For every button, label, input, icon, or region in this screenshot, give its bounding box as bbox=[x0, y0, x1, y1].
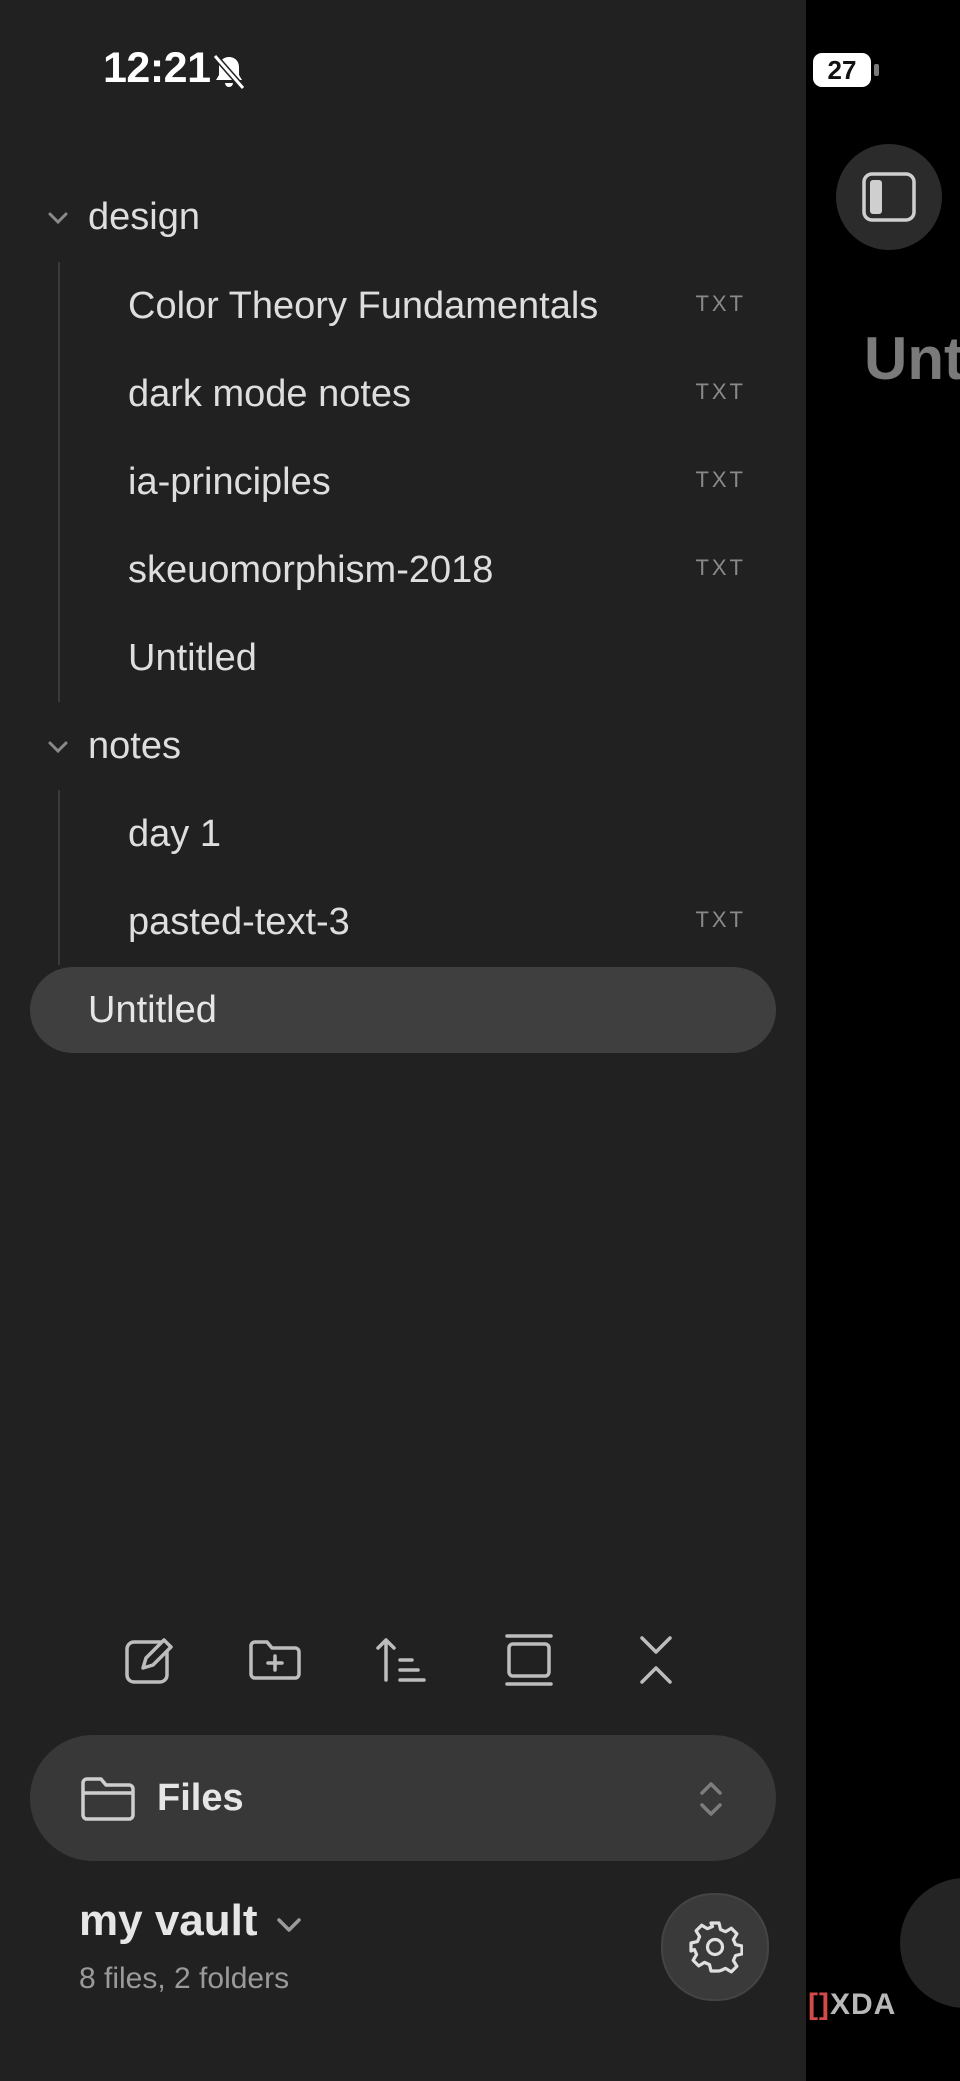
battery-indicator: 27 bbox=[812, 52, 880, 88]
vault-name[interactable]: my vault bbox=[79, 1896, 258, 1946]
chevron-down-icon bbox=[48, 212, 68, 225]
file-type-badge: TXT bbox=[695, 555, 746, 580]
watermark-bracket: [] bbox=[808, 1988, 830, 2021]
file-label: pasted-text-3 bbox=[128, 901, 350, 943]
new-note-icon bbox=[125, 1638, 173, 1684]
folder-label: notes bbox=[88, 725, 181, 767]
new-folder-button[interactable] bbox=[245, 1630, 305, 1690]
file-explorer-drawer: 12:21 design Color Theory Fundamentals T… bbox=[0, 0, 806, 2081]
file-label: Color Theory Fundamentals bbox=[128, 285, 599, 327]
watermark-text: XDA bbox=[829, 1988, 897, 2021]
battery-level: 27 bbox=[827, 55, 857, 85]
view-switcher-label: Files bbox=[157, 1777, 244, 1819]
chevron-down-icon bbox=[48, 741, 68, 754]
note-title[interactable]: Unt bbox=[864, 324, 960, 393]
file-label: Untitled bbox=[128, 637, 257, 679]
file-item-selected[interactable]: Untitled bbox=[30, 967, 776, 1053]
file-label: dark mode notes bbox=[128, 373, 412, 415]
settings-button[interactable] bbox=[661, 1893, 769, 2001]
sort-icon bbox=[376, 1638, 426, 1682]
expand-all-icon bbox=[505, 1634, 553, 1686]
collapse-all-button[interactable] bbox=[626, 1630, 686, 1690]
file-label: day 1 bbox=[128, 813, 221, 855]
file-item[interactable]: dark mode notes TXT bbox=[0, 355, 806, 435]
file-item[interactable]: pasted-text-3 TXT bbox=[0, 883, 806, 963]
sidebar-toggle-button[interactable] bbox=[836, 144, 942, 250]
file-item[interactable]: skeuomorphism-2018 TXT bbox=[0, 531, 806, 611]
sidebar-icon bbox=[862, 172, 916, 222]
file-label: skeuomorphism-2018 bbox=[128, 549, 494, 591]
gear-icon bbox=[689, 1921, 743, 1974]
vault-summary: 8 files, 2 folders bbox=[79, 1962, 290, 1995]
collapse-all-icon bbox=[640, 1636, 672, 1684]
file-item[interactable]: Color Theory Fundamentals TXT bbox=[0, 267, 806, 347]
file-label: ia-principles bbox=[128, 461, 331, 503]
status-time: 12:21 bbox=[103, 44, 211, 92]
chevron-up-down-icon bbox=[700, 1782, 722, 1816]
file-item[interactable]: Untitled bbox=[0, 619, 806, 699]
file-type-badge: TXT bbox=[695, 907, 746, 932]
sort-button[interactable] bbox=[372, 1630, 432, 1690]
folder-label: design bbox=[88, 196, 200, 238]
expand-all-button[interactable] bbox=[499, 1630, 559, 1690]
watermark: []XDA bbox=[808, 1988, 896, 2022]
file-type-badge: TXT bbox=[695, 467, 746, 492]
file-type-badge: TXT bbox=[695, 291, 746, 316]
file-label: Untitled bbox=[88, 989, 217, 1031]
folder-notes[interactable]: notes bbox=[0, 707, 806, 787]
chevron-down-icon[interactable] bbox=[272, 1908, 306, 1942]
bell-muted-icon bbox=[212, 54, 246, 90]
folder-icon bbox=[81, 1777, 135, 1821]
new-note-button[interactable] bbox=[119, 1630, 179, 1690]
file-item[interactable]: ia-principles TXT bbox=[0, 443, 806, 523]
file-item[interactable]: day 1 bbox=[0, 795, 806, 875]
file-type-badge: TXT bbox=[695, 379, 746, 404]
view-switcher[interactable]: Files bbox=[30, 1735, 776, 1861]
floating-action-button[interactable] bbox=[900, 1878, 960, 2008]
new-folder-icon bbox=[249, 1640, 301, 1680]
folder-design[interactable]: design bbox=[0, 178, 806, 258]
editor-pane: 27 Unt bbox=[806, 0, 960, 2081]
